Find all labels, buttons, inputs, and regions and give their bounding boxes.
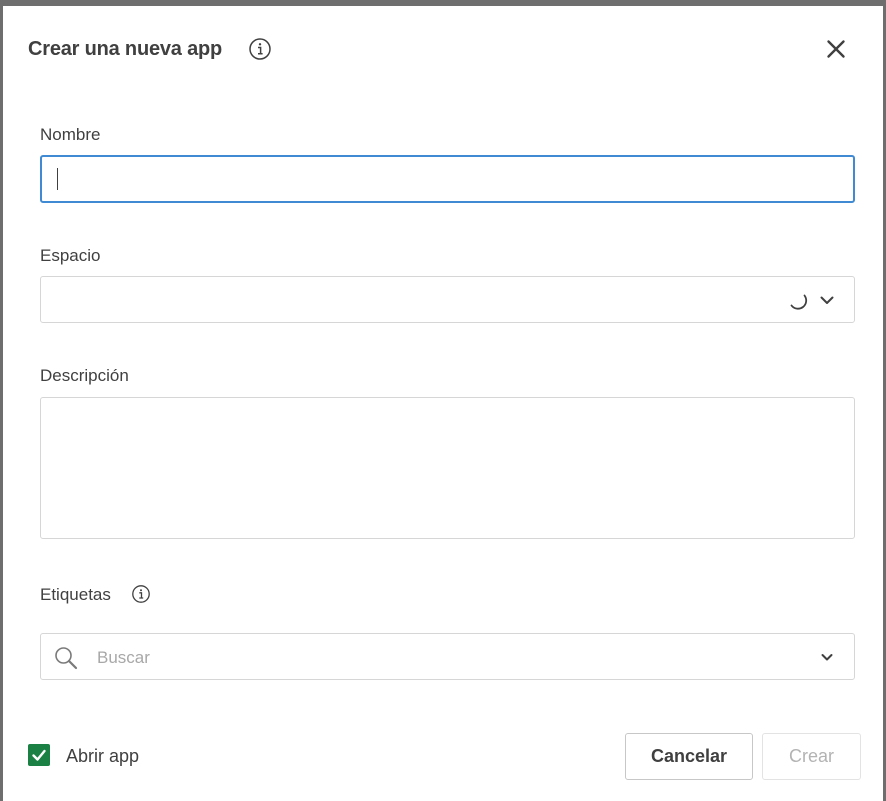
name-input[interactable] [40,155,855,203]
space-select[interactable] [40,276,855,323]
close-icon[interactable] [821,34,851,64]
open-app-label[interactable]: Abrir app [66,746,139,766]
tags-search-placeholder: Buscar [97,648,150,667]
dialog-title: Crear una nueva app [28,38,223,60]
description-textarea[interactable] [40,397,855,539]
chevron-down-icon[interactable] [818,291,836,309]
checkmark-icon [32,749,46,761]
cancel-button[interactable]: Cancelar [625,733,753,780]
spinner-icon [787,289,809,311]
text-caret [57,168,58,190]
search-icon [53,645,79,671]
tags-search-input[interactable]: Buscar [40,633,855,680]
tags-label: Etiquetas [40,585,111,604]
chevron-down-icon[interactable] [818,648,836,666]
info-icon[interactable] [248,37,272,61]
create-app-dialog: Crear una nueva app Nombre Espacio Descr… [3,6,883,801]
open-app-checkbox[interactable] [28,744,50,766]
create-button[interactable]: Crear [762,733,861,780]
space-label: Espacio [40,246,101,265]
description-label: Descripción [40,366,129,385]
info-icon[interactable] [131,584,151,604]
name-label: Nombre [40,125,101,144]
